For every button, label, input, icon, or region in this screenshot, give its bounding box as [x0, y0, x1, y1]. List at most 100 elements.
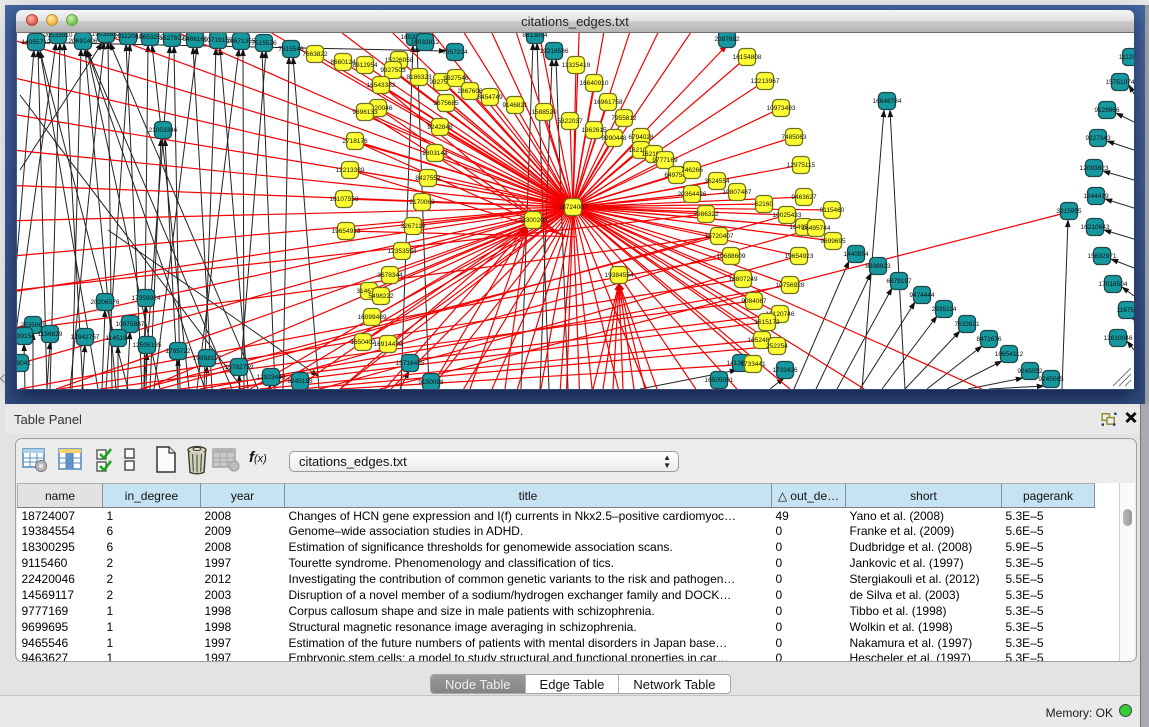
svg-text:9129966: 9129966	[1094, 107, 1120, 114]
svg-text:9777169: 9777169	[652, 157, 678, 164]
svg-text:3215955: 3215955	[1056, 208, 1082, 215]
svg-text:9327503: 9327503	[380, 67, 406, 74]
svg-text:10688609: 10688609	[717, 253, 746, 260]
svg-text:9474444: 9474444	[909, 292, 935, 299]
svg-text:9146821: 9146821	[502, 102, 528, 109]
svg-text:12353594: 12353594	[388, 248, 417, 255]
svg-text:12975115: 12975115	[787, 162, 816, 169]
svg-text:939154: 939154	[17, 333, 35, 340]
svg-text:7663822: 7663822	[302, 51, 328, 58]
svg-text:10958117: 10958117	[193, 355, 222, 362]
svg-text:16914479: 16914479	[374, 341, 403, 348]
svg-text:2803144: 2803144	[422, 150, 448, 157]
svg-text:1733441: 1733441	[740, 361, 766, 368]
svg-text:5498222: 5498222	[368, 293, 394, 300]
svg-text:19654923: 19654923	[785, 253, 814, 260]
svg-text:12505135: 12505135	[133, 342, 162, 349]
svg-text:14055712: 14055712	[22, 39, 51, 46]
svg-text:16640910: 16640910	[580, 80, 609, 87]
svg-text:9245065: 9245065	[1038, 376, 1064, 383]
svg-text:16495744: 16495744	[802, 225, 831, 232]
svg-text:20206576: 20206576	[91, 299, 120, 306]
svg-text:6794028: 6794028	[628, 134, 654, 141]
svg-text:1145194: 1145194	[106, 335, 131, 342]
svg-text:16099489: 16099489	[358, 314, 387, 321]
svg-text:5322037: 5322037	[557, 118, 583, 125]
svg-text:16961758: 16961758	[594, 99, 623, 106]
svg-text:1440954: 1440954	[843, 251, 869, 258]
svg-text:21053346: 21053346	[149, 127, 178, 134]
svg-text:1156829: 1156829	[38, 331, 63, 338]
svg-text:746266: 746266	[681, 167, 703, 174]
svg-text:12923446: 12923446	[257, 374, 286, 381]
svg-text:16033812: 16033812	[411, 39, 440, 46]
svg-text:7955812: 7955812	[611, 115, 637, 122]
svg-text:1244419: 1244419	[1083, 193, 1109, 200]
svg-text:12213389: 12213389	[336, 167, 365, 174]
svg-text:7986322: 7986322	[693, 211, 719, 218]
svg-text:10975887: 10975887	[116, 321, 145, 328]
svg-text:9242848: 9242848	[427, 124, 453, 131]
svg-text:9084067: 9084067	[741, 298, 767, 305]
svg-text:12942757: 12942757	[71, 334, 100, 341]
svg-text:8427552: 8427552	[415, 175, 441, 182]
svg-text:9115460: 9115460	[820, 207, 845, 214]
svg-text:16107553: 16107553	[330, 196, 359, 203]
svg-text:9245052: 9245052	[1017, 368, 1043, 375]
svg-text:16505001: 16505001	[705, 377, 734, 384]
svg-text:8990448: 8990448	[601, 135, 627, 142]
svg-text:10973493: 10973493	[767, 105, 796, 112]
svg-text:2087682: 2087682	[714, 36, 740, 43]
svg-text:12610046: 12610046	[1104, 335, 1133, 342]
svg-text:15720407: 15720407	[705, 233, 734, 240]
svg-text:2170063: 2170063	[409, 199, 435, 206]
svg-text:16782759: 16782759	[225, 364, 254, 371]
svg-text:3678344: 3678344	[377, 272, 403, 279]
svg-text:19218586: 19218586	[540, 48, 569, 55]
svg-text:1795722: 1795722	[165, 348, 191, 355]
svg-text:116753: 116753	[1116, 307, 1134, 314]
svg-text:10025433: 10025433	[773, 212, 802, 219]
svg-text:10807487: 10807487	[723, 189, 752, 196]
svg-text:8938923: 8938923	[865, 263, 891, 270]
svg-text:20691406: 20691406	[69, 38, 98, 45]
svg-text:6679197: 6679197	[886, 278, 912, 285]
svg-text:3267110: 3267110	[401, 223, 426, 230]
svg-text:16543382: 16543382	[367, 82, 396, 89]
svg-text:17359924: 17359924	[132, 295, 161, 302]
svg-text:8813054: 8813054	[522, 33, 548, 39]
svg-text:12213967: 12213967	[751, 78, 780, 85]
svg-text:1733426: 1733426	[772, 367, 798, 374]
svg-text:16648784: 16648784	[873, 98, 902, 105]
svg-text:8471676: 8471676	[976, 336, 1002, 343]
svg-text:20364436: 20364436	[678, 191, 707, 198]
svg-text:1588520: 1588520	[531, 109, 557, 116]
svg-text:18724007: 18724007	[559, 204, 588, 211]
svg-text:15751074: 15751074	[1106, 79, 1134, 86]
svg-text:7485063: 7485063	[781, 134, 807, 141]
svg-text:1615172: 1615172	[754, 319, 780, 326]
svg-text:339041: 339041	[17, 360, 31, 367]
svg-text:10756928: 10756928	[776, 282, 805, 289]
svg-text:12093823: 12093823	[1080, 165, 1109, 172]
svg-text:9896133: 9896133	[352, 109, 378, 116]
svg-text:10654112: 10654112	[995, 351, 1024, 358]
svg-text:19384554: 19384554	[605, 272, 634, 279]
svg-text:16210643: 16210643	[1081, 224, 1110, 231]
svg-text:2718176: 2718176	[342, 138, 368, 145]
svg-text:1650402: 1650402	[350, 339, 376, 346]
svg-text:3675685: 3675685	[433, 100, 459, 107]
svg-text:8912954: 8912954	[352, 62, 378, 69]
svg-text:15692971: 15692971	[1088, 253, 1117, 260]
svg-text:9150098: 9150098	[418, 379, 444, 386]
svg-text:7515546: 7515546	[278, 46, 304, 53]
svg-text:1112075: 1112075	[1119, 54, 1134, 61]
svg-text:9699695: 9699695	[820, 238, 846, 245]
svg-text:18807249: 18807249	[729, 276, 758, 283]
svg-text:9227343: 9227343	[1085, 135, 1111, 142]
svg-text:15716485: 15716485	[396, 360, 425, 367]
svg-text:1527602: 1527602	[159, 35, 185, 42]
svg-text:7515526: 7515526	[251, 40, 277, 47]
svg-text:11325419: 11325419	[562, 62, 591, 69]
svg-text:17016504: 17016504	[1099, 281, 1128, 288]
